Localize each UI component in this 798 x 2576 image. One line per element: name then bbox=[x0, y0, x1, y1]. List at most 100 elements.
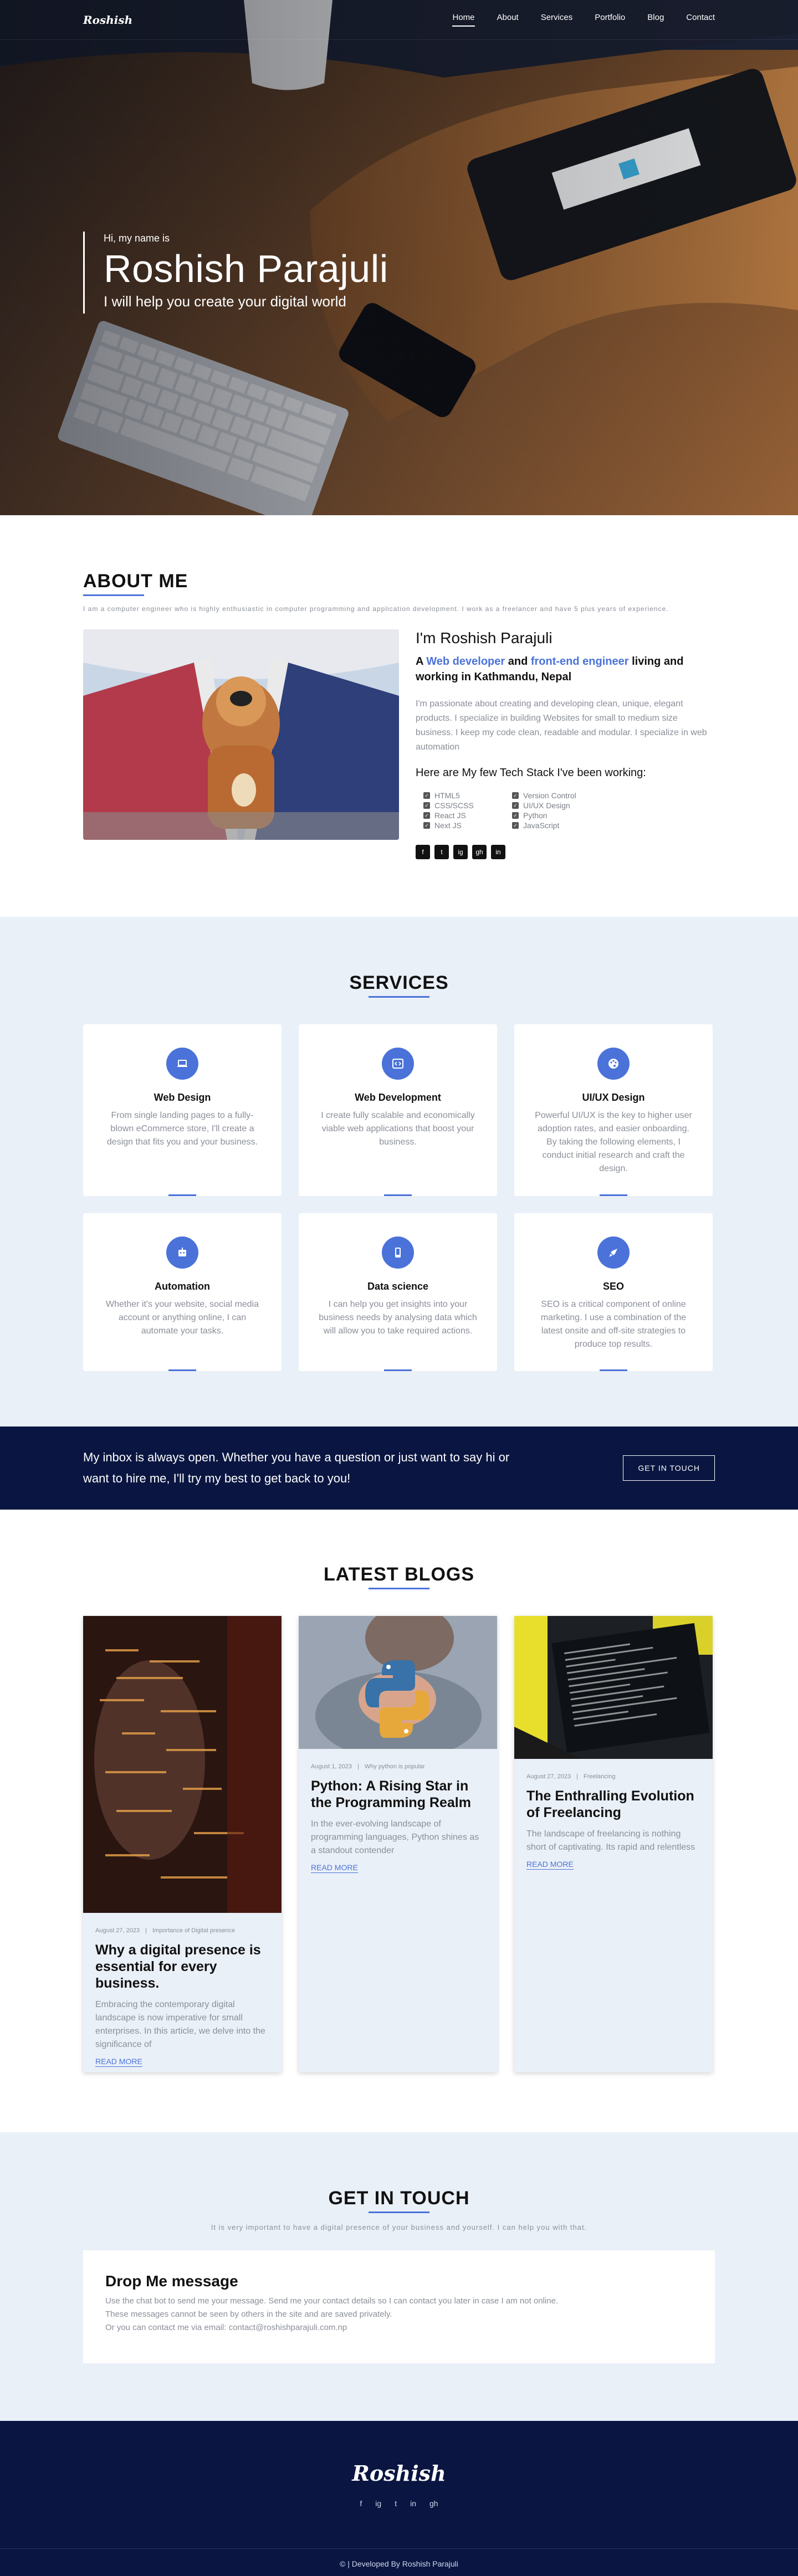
stack-item: ✓ JavaScript bbox=[512, 820, 601, 830]
blog-date: August 27, 2023 bbox=[95, 1927, 140, 1934]
facebook-icon[interactable]: f bbox=[360, 2499, 362, 2508]
services-section: SERVICES Web Design From single landing … bbox=[0, 917, 798, 1426]
blog-card[interactable]: August 1, 2023 | Why python is popular Pyt… bbox=[299, 1616, 497, 2072]
about-heading: I'm Roshish Parajuli bbox=[416, 629, 553, 646]
stack-item: ✓ Next JS bbox=[423, 820, 512, 830]
blog-image-graphic bbox=[299, 1616, 497, 1749]
site-footer: Roshish f ig t in gh © | Developed By Ro… bbox=[0, 2421, 798, 2576]
stack-item: ✓ HTML5 bbox=[423, 791, 512, 800]
role-prefix: A bbox=[416, 655, 423, 668]
about-body: I'm Roshish Parajuli A Web developer and… bbox=[83, 629, 715, 859]
site-logo[interactable]: Roshish bbox=[83, 13, 132, 27]
github-icon[interactable]: gh bbox=[429, 2499, 438, 2508]
role-web-developer: Web developer bbox=[426, 655, 505, 668]
about-section: ABOUT ME I am a computer engineer who is… bbox=[0, 515, 798, 917]
nav-portfolio[interactable]: Portfolio bbox=[595, 13, 625, 27]
blog-excerpt: Embracing the contemporary digital lands… bbox=[95, 2000, 265, 2049]
twitter-icon[interactable]: t bbox=[434, 845, 449, 859]
service-cards: Web Design From single landing pages to … bbox=[83, 1024, 715, 1371]
nav-services[interactable]: Services bbox=[541, 13, 573, 27]
checkbox-icon: ✓ bbox=[512, 802, 519, 809]
card-accent-line bbox=[168, 1369, 196, 1371]
about-description: I'm passionate about creating and develo… bbox=[416, 699, 707, 752]
linkedin-icon[interactable]: in bbox=[410, 2499, 416, 2508]
hero-name: Roshish Parajuli bbox=[104, 247, 388, 290]
service-title: Web Design bbox=[154, 1092, 211, 1103]
footer-logo[interactable]: Roshish bbox=[0, 2421, 798, 2486]
contact-line: These messages cannot be seen by others … bbox=[105, 2310, 392, 2319]
palette-icon bbox=[597, 1048, 630, 1080]
instagram-icon[interactable]: ig bbox=[375, 2499, 381, 2508]
services-title: SERVICES bbox=[349, 972, 449, 993]
blog-title[interactable]: The Enthralling Evolution of Freelancing bbox=[526, 1788, 700, 1821]
blog-card[interactable]: August 27, 2023 | Importance of Digital pr… bbox=[83, 1616, 282, 2072]
mobile-icon bbox=[382, 1236, 414, 1269]
nav-contact[interactable]: Contact bbox=[686, 13, 715, 27]
service-card-web-development: Web Development I create fully scalable … bbox=[299, 1024, 497, 1196]
contact-message-box: Drop Me message Use the chat bot to send… bbox=[83, 2250, 715, 2363]
blog-category: Importance of Digital presence bbox=[152, 1927, 236, 1934]
social-links: f t ig gh in bbox=[416, 845, 715, 859]
checkbox-icon: ✓ bbox=[423, 822, 430, 829]
contact-line: Use the chat bot to send me your message… bbox=[105, 2296, 559, 2306]
blog-card[interactable]: August 27, 2023 | Freelancing The Enthrall… bbox=[514, 1616, 713, 2072]
github-icon[interactable]: gh bbox=[472, 845, 487, 859]
stack-item: ✓ React JS bbox=[423, 810, 512, 820]
contact-email-line[interactable]: Or you can contact me via email: contact… bbox=[105, 2321, 693, 2334]
blog-meta: August 1, 2023 | Why python is popular bbox=[311, 1763, 425, 1770]
about-title-underline bbox=[83, 594, 144, 596]
blog-title[interactable]: Python: A Rising Star in the Programming… bbox=[311, 1778, 485, 1811]
service-description: SEO is a critical component of online ma… bbox=[540, 1300, 687, 1349]
checkbox-icon: ✓ bbox=[512, 792, 519, 799]
read-more-link[interactable]: READ MORE bbox=[311, 1863, 358, 1873]
read-more-link[interactable]: READ MORE bbox=[95, 2057, 142, 2067]
contact-section: GET IN TOUCH It is very important to hav… bbox=[0, 2132, 798, 2421]
stack-label: JavaScript bbox=[523, 821, 560, 830]
tech-stack-list: ✓ HTML5 ✓ Version Control ✓ CSS/SCSS ✓ UI/UX… bbox=[416, 791, 715, 830]
blog-excerpt: In the ever-evolving landscape of progra… bbox=[311, 1819, 479, 1855]
blog-date: August 1, 2023 bbox=[311, 1763, 352, 1770]
service-card-seo: SEO SEO is a critical component of onlin… bbox=[514, 1213, 713, 1371]
linkedin-icon[interactable]: in bbox=[491, 845, 505, 859]
about-photo bbox=[83, 629, 399, 840]
stack-item: ✓ Version Control bbox=[512, 791, 601, 800]
blog-category: Freelancing bbox=[583, 1773, 616, 1780]
cta-banner: My inbox is always open. Whether you hav… bbox=[0, 1426, 798, 1510]
blog-image bbox=[299, 1616, 497, 1749]
footer-divider bbox=[0, 2548, 798, 2549]
services-title-underline bbox=[369, 996, 429, 998]
nav-blog[interactable]: Blog bbox=[647, 13, 664, 27]
card-accent-line bbox=[600, 1194, 627, 1196]
get-in-touch-button[interactable]: GET IN TOUCH bbox=[623, 1455, 715, 1481]
stack-label: Next JS bbox=[434, 821, 462, 830]
twitter-icon[interactable]: t bbox=[395, 2499, 397, 2508]
service-title: Automation bbox=[155, 1281, 210, 1292]
blog-meta: August 27, 2023 | Freelancing bbox=[526, 1773, 616, 1780]
nav-home[interactable]: Home bbox=[452, 13, 475, 27]
service-title: UI/UX Design bbox=[582, 1092, 645, 1103]
about-photo-image bbox=[83, 629, 399, 840]
read-more-link[interactable]: READ MORE bbox=[526, 1860, 574, 1870]
service-card-automation: Automation Whether it's your website, so… bbox=[83, 1213, 282, 1371]
contact-lines: Use the chat bot to send me your message… bbox=[105, 2295, 693, 2334]
hero-tagline: I will help you create your digital worl… bbox=[104, 293, 346, 310]
contact-subtitle: It is very important to have a digital p… bbox=[211, 2223, 587, 2231]
about-role: A Web developer and front-end engineer l… bbox=[416, 654, 715, 685]
blog-title[interactable]: Why a digital presence is essential for … bbox=[95, 1942, 269, 1992]
instagram-icon[interactable]: ig bbox=[453, 845, 468, 859]
stack-label: HTML5 bbox=[434, 791, 460, 800]
facebook-icon[interactable]: f bbox=[416, 845, 430, 859]
blog-image bbox=[83, 1616, 282, 1913]
about-intro: I am a computer engineer who is highly e… bbox=[83, 605, 669, 613]
blogs-section: LATEST BLOGS August 27, 2023 | Importance … bbox=[0, 1510, 798, 2132]
service-card-web-design: Web Design From single landing pages to … bbox=[83, 1024, 282, 1196]
nav-links: Home About Services Portfolio Blog Conta… bbox=[452, 13, 715, 27]
service-description: I create fully scalable and economically… bbox=[321, 1111, 475, 1147]
footer-social-icons: f ig t in gh bbox=[0, 2499, 798, 2508]
stack-label: Python bbox=[523, 811, 548, 820]
blogs-title: LATEST BLOGS bbox=[323, 1564, 475, 1585]
contact-title: GET IN TOUCH bbox=[328, 2188, 470, 2209]
stack-item: ✓ CSS/SCSS bbox=[423, 800, 512, 810]
nav-about[interactable]: About bbox=[497, 13, 519, 27]
service-description: I can help you get insights into your bu… bbox=[319, 1300, 477, 1336]
